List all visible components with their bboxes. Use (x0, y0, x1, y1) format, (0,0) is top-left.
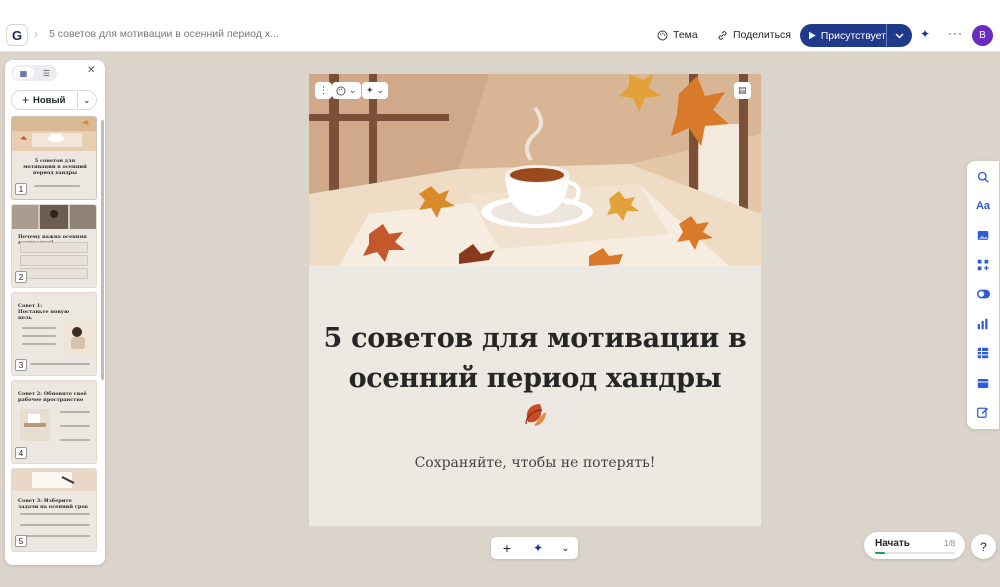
thumbnail-title: Совет 3: Изберите задачи на осенний срок (18, 498, 89, 510)
layout-icon: ▤ (738, 85, 747, 95)
more-icon[interactable]: ··· (948, 26, 963, 40)
table-icon[interactable] (975, 345, 991, 361)
start-progress-fill (875, 552, 885, 554)
ai-generate-button[interactable]: ✦ (523, 541, 553, 555)
thumbnail-line (20, 535, 90, 537)
slide-cover-image[interactable] (309, 74, 761, 266)
toggle-icon[interactable] (975, 286, 991, 302)
start-progress-track (875, 552, 955, 554)
sparkle-icon: ✦ (366, 85, 374, 95)
thumbnail-line (20, 524, 90, 526)
person-image (64, 321, 94, 353)
list-view-icon[interactable]: ☰ (36, 65, 57, 81)
slides-panel: ▦ ☰ ✕ + Новый ⌄ 5 советов для мотивации … (5, 60, 105, 565)
autumn-tea-illustration (309, 74, 761, 266)
thumbnail-title: Совет 2: Обновите своё рабочее пространс… (18, 391, 87, 403)
slide-number: 5 (15, 535, 27, 547)
thumbnail-line (60, 439, 90, 441)
thumbnail-box (20, 242, 88, 253)
theme-label: Тема (673, 29, 698, 41)
help-button[interactable]: ? (971, 534, 996, 559)
ai-edit-button[interactable]: ✦ ⌄ (362, 82, 389, 99)
image-style-button[interactable]: ⌄ (332, 82, 361, 99)
thumbnail-box (20, 255, 88, 266)
thumbnail-line (34, 185, 80, 187)
avatar[interactable]: B (972, 25, 993, 46)
slide-thumbnail-3[interactable]: Совет 1: Поставьте новую цель 3 (11, 292, 97, 376)
plus-icon: + (22, 93, 30, 107)
search-icon[interactable] (975, 169, 991, 185)
edit-form-icon[interactable] (975, 404, 991, 420)
add-block-toolbar: + ✦ ⌄ (491, 537, 578, 559)
thumbnail-box (20, 268, 88, 279)
notebook-image (12, 469, 96, 491)
thumbnail-line (30, 363, 90, 365)
thumbnail-line (22, 343, 56, 345)
thumbnail-line (22, 327, 56, 329)
autumn-leaf-icon (525, 404, 546, 426)
thumbnail-title: Совет 1: Поставьте новую цель (18, 303, 70, 321)
new-label: Новый (33, 94, 66, 106)
palette-icon (657, 30, 668, 40)
present-button[interactable]: Присутствует (800, 24, 912, 47)
workspace-image (20, 409, 50, 441)
link-icon (718, 30, 727, 40)
slide-subtitle[interactable]: Сохраняйте, чтобы не потерять! (309, 455, 761, 471)
scrollbar[interactable] (101, 120, 104, 380)
close-icon[interactable]: ✕ (87, 65, 95, 76)
new-slide-main[interactable]: + Новый (12, 93, 77, 107)
insert-toolbar: Aa (967, 161, 999, 429)
slide-number: 2 (15, 271, 27, 283)
bar-chart-icon[interactable] (975, 316, 991, 332)
present-main[interactable]: Присутствует (800, 24, 886, 47)
theme-button[interactable]: Тема (657, 25, 698, 45)
start-count: 1/8 (944, 539, 956, 548)
thumbnail-line (60, 411, 90, 413)
share-button[interactable]: Поделиться (717, 25, 791, 45)
slide-thumbnail-1[interactable]: 5 советов для мотивации в осенний период… (11, 116, 97, 200)
slide-thumbnail-4[interactable]: Совет 2: Обновите своё рабочее пространс… (11, 380, 97, 464)
app-logo[interactable]: G (6, 24, 28, 46)
play-icon (809, 31, 816, 40)
start-label: Начать (875, 538, 910, 549)
thumbnail-line (20, 513, 90, 515)
present-label: Присутствует (820, 29, 886, 42)
slide-canvas[interactable]: ⋮ ⌄ ✦ ⌄ ▤ 5 советов для мотивации в осен… (309, 74, 761, 526)
embed-icon[interactable] (975, 375, 991, 391)
slide-thumbnail-2[interactable]: Почему важна осенняя мотивация? 2 (11, 204, 97, 288)
palette-icon (336, 86, 346, 95)
autumn-tea-image (12, 117, 96, 151)
text-icon[interactable]: Aa (975, 198, 991, 214)
layout-button[interactable]: ▤ (734, 82, 751, 99)
new-slide-button[interactable]: + Новый ⌄ (11, 90, 97, 110)
thumbnail-view-icon[interactable]: ▦ (13, 67, 34, 79)
thumbnail-line (22, 335, 56, 337)
slide-title[interactable]: 5 советов для мотивации в осенний период… (319, 319, 751, 399)
people-image (12, 205, 96, 229)
block-toolbar[interactable]: ⋮ (315, 82, 332, 99)
thumbnail-title: 5 советов для мотивации в осенний период… (23, 158, 87, 176)
share-label: Поделиться (733, 29, 791, 41)
add-card-button[interactable]: + (491, 540, 523, 556)
chevron-right-icon: › (34, 27, 38, 41)
drag-handle-icon[interactable]: ⋮ (319, 85, 328, 96)
top-bar: G › 5 советов для мотивации в осенний пе… (0, 0, 1000, 52)
thumbnail-line (60, 425, 90, 427)
chevron-down-icon[interactable]: ⌄ (553, 543, 578, 554)
slide-number: 1 (15, 183, 27, 195)
sparkle-icon[interactable]: ✦ (920, 27, 930, 41)
grid-plus-icon[interactable] (975, 257, 991, 273)
slide-thumbnail-5[interactable]: Совет 3: Изберите задачи на осенний срок… (11, 468, 97, 552)
slide-number: 3 (15, 359, 27, 371)
getting-started-widget[interactable]: Начать 1/8 (864, 532, 965, 559)
chevron-down-icon: ⌄ (349, 85, 357, 95)
chevron-down-icon (895, 33, 904, 38)
document-title[interactable]: 5 советов для мотивации в осенний период… (49, 28, 279, 40)
present-options-button[interactable] (886, 24, 912, 47)
image-icon[interactable] (975, 227, 991, 243)
chevron-down-icon: ⌄ (376, 85, 385, 95)
slide-number: 4 (15, 447, 27, 459)
chevron-down-icon[interactable]: ⌄ (76, 91, 97, 109)
view-toggle[interactable]: ▦ ☰ (11, 65, 57, 81)
